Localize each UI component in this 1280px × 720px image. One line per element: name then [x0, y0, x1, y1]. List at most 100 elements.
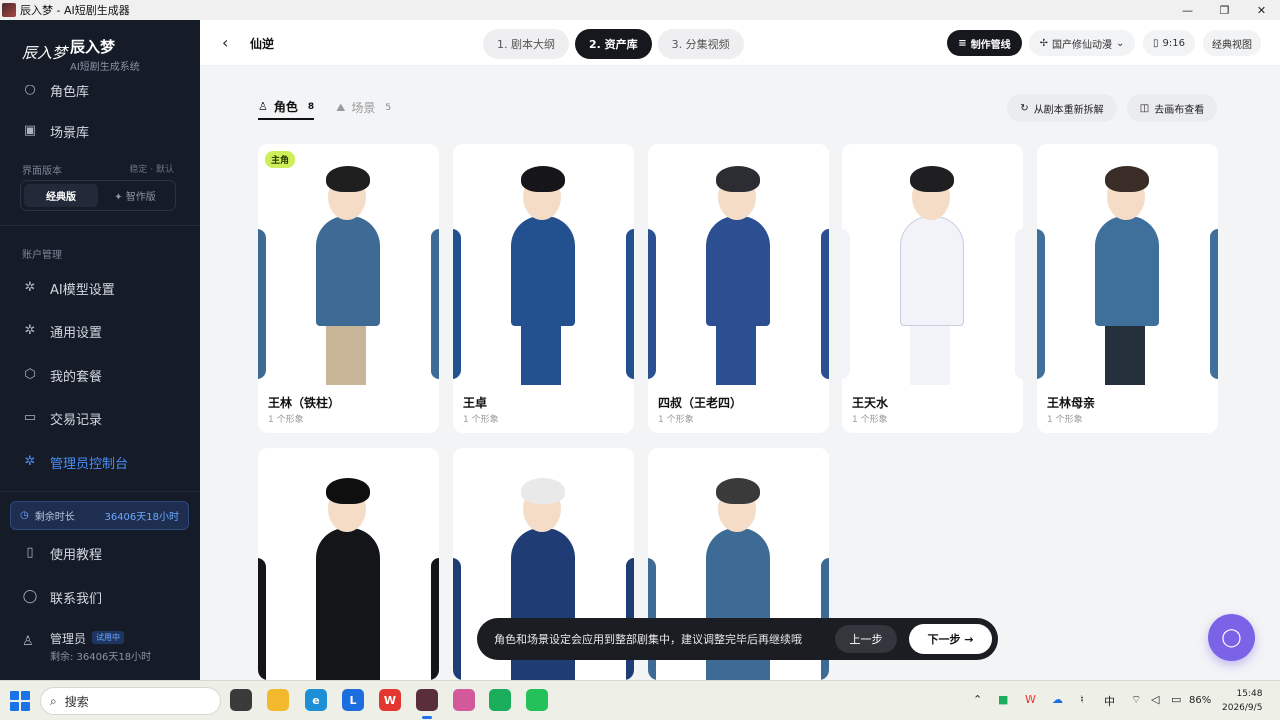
taskbar: ⌕ 搜索 e L W ⌃ ■ W ☁ ♮ 中 ⌔ ◁ ▭ 86% 15:48 2…	[0, 680, 1280, 720]
character-image-count: 1 个形象	[1047, 415, 1083, 425]
turnaround-side-view	[648, 229, 656, 379]
sidebar-item-label: 联系我们	[50, 591, 103, 607]
wechat-icon[interactable]	[526, 689, 548, 711]
turnaround-side-view	[453, 229, 461, 379]
character-name: 王天水	[852, 396, 889, 410]
tab-scenes[interactable]: ⛰ 场景 5	[336, 95, 391, 120]
character-robe	[511, 216, 575, 326]
tab-count: 8	[307, 101, 315, 112]
sidebar-item-scene-lib[interactable]: ▣ 场景库	[22, 119, 89, 143]
turnaround-side-view	[821, 229, 829, 379]
maximize-button[interactable]: ❐	[1206, 0, 1243, 20]
sidebar-item-ai-model[interactable]: ✲ AI模型设置	[22, 276, 115, 300]
minimize-button[interactable]: —	[1169, 0, 1206, 20]
file-explorer-icon[interactable]	[267, 689, 289, 711]
character-card[interactable]: 王卓 1 个形象	[453, 144, 634, 433]
tray-wps-icon[interactable]: W	[1025, 693, 1036, 706]
character-card[interactable]: 王天水 1 个形象	[842, 144, 1023, 433]
lenovo-icon[interactable]: L	[342, 689, 364, 711]
classic-view-label: 经典视图	[1212, 39, 1252, 51]
sidebar-item-general[interactable]: ✲ 通用设置	[22, 319, 102, 343]
wps-icon[interactable]: W	[379, 689, 401, 711]
sidebar-item-label: 场景库	[50, 125, 90, 141]
gear-icon: ✲	[24, 280, 36, 295]
character-card[interactable]: 主角 王林（铁柱） 1 个形象	[258, 144, 439, 433]
ime-indicator[interactable]: 中	[1104, 693, 1115, 709]
turnaround-side-view	[431, 558, 439, 680]
tab-characters[interactable]: ♙ 角色 8	[258, 95, 315, 120]
windows-start-button[interactable]	[10, 691, 30, 711]
back-icon[interactable]: ‹	[222, 33, 228, 52]
sidebar-divider	[0, 491, 200, 492]
battery-percent: 86%	[1189, 695, 1212, 706]
window-title: 辰入梦 - AI短剧生成器	[20, 4, 130, 17]
user-remaining: 剩余: 36406天18小时	[50, 652, 152, 663]
wifi-icon[interactable]: ⌔	[1131, 693, 1141, 707]
chat-app-icon[interactable]	[489, 689, 511, 711]
character-card[interactable]: 王林母亲 1 个形象	[1037, 144, 1218, 433]
prev-step-button[interactable]: 上一步	[835, 625, 897, 653]
chat-fab-button[interactable]: ◯	[1208, 614, 1255, 661]
step-outline[interactable]: 1. 剧本大纲	[483, 29, 569, 59]
sidebar-item-transactions[interactable]: ▭ 交易记录	[22, 406, 102, 430]
clock-time: 15:48	[1236, 689, 1263, 699]
account-section-label: 账户管理	[22, 250, 62, 261]
tray-chevron-icon[interactable]: ⌃	[973, 693, 982, 706]
character-card[interactable]: 四叔（王老四） 1 个形象	[648, 144, 829, 433]
character-name: 王卓	[463, 396, 488, 410]
character-figure	[308, 144, 388, 385]
re-split-button[interactable]: ↻ 从剧本重新拆解	[1007, 94, 1117, 122]
battery-icon[interactable]: ▭	[1171, 693, 1181, 706]
character-card[interactable]	[258, 448, 439, 680]
character-hair	[521, 166, 565, 192]
canvas-button[interactable]: ◫ 去画布查看	[1127, 94, 1217, 122]
active-app-icon[interactable]	[416, 689, 438, 711]
next-step-button[interactable]: 下一步 →	[909, 624, 992, 654]
style-select[interactable]: ✢ 国产修仙动漫 ⌄	[1029, 30, 1135, 56]
close-button[interactable]: ✕	[1243, 0, 1280, 20]
sidebar-item-tutorial[interactable]: ▯ 使用教程	[22, 541, 102, 565]
chat-icon: ◯	[22, 589, 38, 604]
edge-icon[interactable]: e	[305, 689, 327, 711]
turnaround-side-view	[1210, 229, 1218, 379]
search-icon: ⌕	[50, 693, 57, 708]
version-smart-button[interactable]: ✦ 智作版	[98, 184, 172, 207]
tab-count: 5	[385, 102, 392, 113]
sidebar-item-contact[interactable]: ◯ 联系我们	[22, 585, 102, 609]
character-image-count: 1 个形象	[268, 415, 304, 425]
microphone-icon[interactable]: ♮	[1080, 693, 1084, 706]
gear-icon: ✲	[24, 323, 36, 338]
brand-name: 辰入梦	[70, 38, 116, 56]
map-icon: ◫	[1139, 102, 1150, 114]
classic-view-button[interactable]: 经典视图	[1203, 30, 1261, 56]
project-title: 仙逆	[250, 37, 275, 51]
volume-icon[interactable]: ◁	[1151, 693, 1159, 706]
brand: 辰入梦 辰入梦 AI短剧生成系统	[0, 20, 200, 85]
search-placeholder: 搜索	[64, 694, 89, 709]
sidebar-item-plan[interactable]: ⬡ 我的套餐	[22, 363, 102, 387]
clock[interactable]: 15:48 2026/9/5	[1222, 687, 1262, 715]
turnaround-side-view	[842, 229, 850, 379]
taskview-icon[interactable]	[230, 689, 252, 711]
character-name: 四叔（王老四）	[658, 396, 743, 410]
ratio-button[interactable]: ▯ 9:16	[1143, 30, 1195, 56]
character-figure	[698, 144, 778, 385]
tray-app-icon[interactable]: ■	[998, 693, 1008, 706]
pipeline-button[interactable]: ≡ 制作管线	[947, 30, 1022, 56]
step-assets[interactable]: 2. 资产库	[575, 29, 652, 59]
sidebar: 辰入梦 辰入梦 AI短剧生成系统 ○ 角色库 ▣ 场景库 界面版本 稳定 · 默…	[0, 20, 200, 680]
step-episodes[interactable]: 3. 分集视频	[657, 29, 744, 59]
window-titlebar: 辰入梦 - AI短剧生成器 — ❐ ✕	[0, 0, 1280, 20]
character-portrait	[453, 144, 634, 385]
sidebar-item-admin[interactable]: ✲ 管理员控制台	[22, 450, 128, 474]
version-classic-button[interactable]: 经典版	[24, 184, 98, 207]
character-name: 王林（铁柱）	[268, 396, 341, 410]
character-hair	[326, 166, 370, 192]
character-robe	[1095, 216, 1159, 326]
character-image-count: 1 个形象	[463, 415, 499, 425]
snipping-icon[interactable]	[453, 689, 475, 711]
taskbar-search[interactable]: ⌕ 搜索	[40, 687, 221, 715]
tray-cloud-icon[interactable]: ☁	[1052, 693, 1063, 706]
character-legs	[1105, 321, 1145, 385]
remaining-value: 36406天18小时	[104, 512, 179, 523]
